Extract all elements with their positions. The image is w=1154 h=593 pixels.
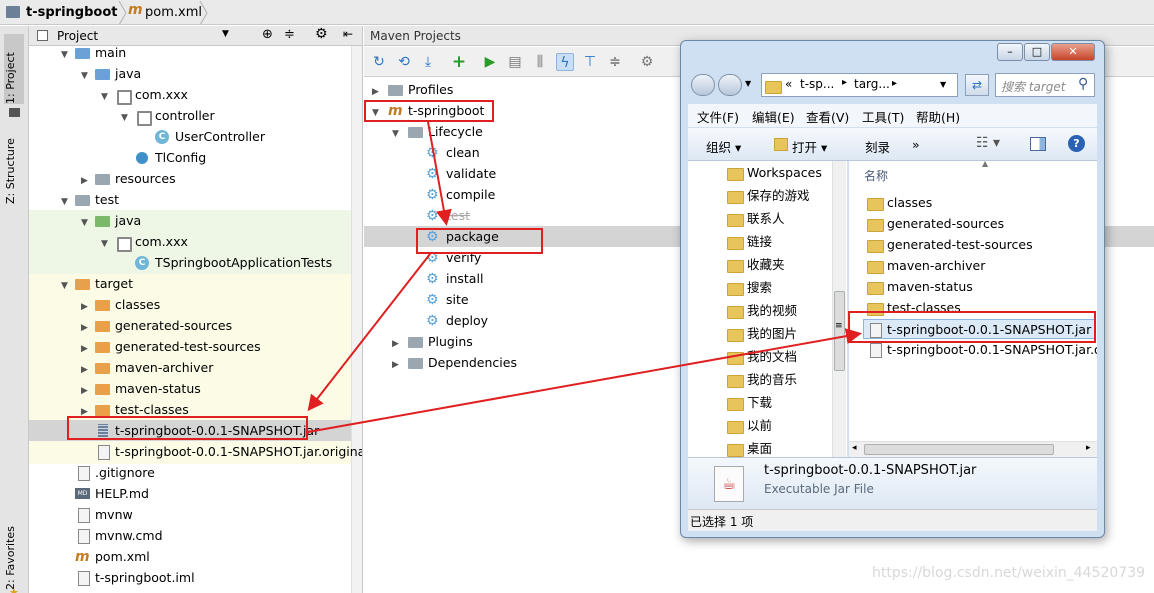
arrow-jar-to-explorer <box>307 328 862 433</box>
annotation-arrows <box>307 121 862 433</box>
arrow-project-to-package <box>427 121 452 226</box>
arrow-package-to-jar <box>307 253 431 412</box>
watermark: https://blog.csdn.net/weixin_44520739 <box>872 565 1146 581</box>
